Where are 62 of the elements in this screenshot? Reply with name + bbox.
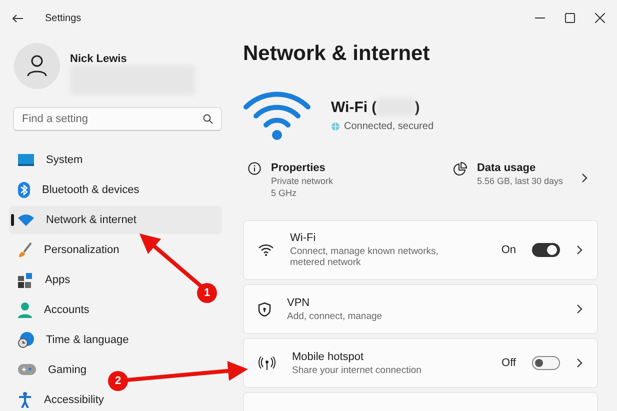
setting-card[interactable]: VPN Add, connect, manage [243,284,598,334]
paintbrush-icon [18,242,32,258]
chevron-icon [576,304,583,314]
toggle-state-label: On [501,244,516,256]
setting-description: Share your internet connection [292,364,422,376]
setting-card[interactable]: Wi-Fi Connect, manage known networks, metered network On [243,220,598,280]
properties-link[interactable]: Properties [271,162,334,174]
person-icon [18,302,32,318]
toggle-state-label: Off [502,357,516,369]
toggle-switch[interactable] [532,356,560,370]
back-arrow-icon[interactable] [12,14,23,22]
globe-icon [331,122,340,131]
setting-title: Wi-Fi [290,232,317,244]
search-icon [203,114,213,124]
data-usage-detail: 5.56 GB, last 30 days [476,176,563,186]
chevron-icon [581,173,588,183]
search-field[interactable]: Find a setting [13,107,222,131]
sidebar-item[interactable]: Bluetooth & devices [9,176,148,204]
setting-card[interactable]: Mobile hotspot Share your internet connection Off [243,338,598,388]
globe-clock-icon [18,332,34,348]
chevron-icon [576,245,583,255]
network-name: Wi-Fi ( [331,98,377,116]
data-usage-link[interactable]: Data usage [476,162,563,174]
minimize-icon[interactable] [535,17,545,19]
pie-chart-icon [452,162,467,176]
setting-description: Add, connect, manage [287,310,384,322]
bluetooth-icon [18,182,30,198]
antenna-icon [258,356,276,370]
maximize-icon[interactable] [565,13,575,23]
annotation-badge: 1 [197,283,217,303]
person-icon [27,55,47,77]
user-name: Nick Lewis [70,53,128,65]
apps-icon [18,272,33,288]
sidebar-item[interactable]: Time & language [9,326,137,354]
setting-description: Connect, manage known networks, metered network [290,246,440,268]
wifi-icon [258,244,274,256]
property-text: 5 GHz [271,188,298,198]
toggle-switch[interactable] [532,243,560,257]
page-title: Network & internet [243,42,431,66]
annotation-arrow [139,234,204,289]
property-text: Private network [271,176,334,186]
accessibility-icon [18,392,32,408]
connection-status: Connected, secured [344,121,434,132]
network-name: ) [414,98,420,116]
annotation-badge: 2 [108,371,128,391]
setting-title: VPN [287,296,311,308]
window-title: Settings [45,12,82,24]
gamepad-icon [18,364,36,376]
monitor-icon [18,154,34,166]
wifi-icon [18,214,34,226]
sidebar-item[interactable]: Accounts [9,296,98,324]
chevron-icon [576,358,583,368]
avatar[interactable] [14,43,60,89]
sidebar-item[interactable]: Gaming [9,356,95,384]
sidebar-item[interactable]: Apps [9,266,78,294]
shield-icon [258,302,271,316]
sidebar-item[interactable]: Network & internet [9,206,222,234]
close-icon[interactable] [595,13,605,23]
sidebar-item[interactable]: Personalization [9,236,128,264]
sidebar-item[interactable]: System [9,146,91,174]
info-icon [248,162,261,175]
setting-title: Mobile hotspot [292,350,365,362]
